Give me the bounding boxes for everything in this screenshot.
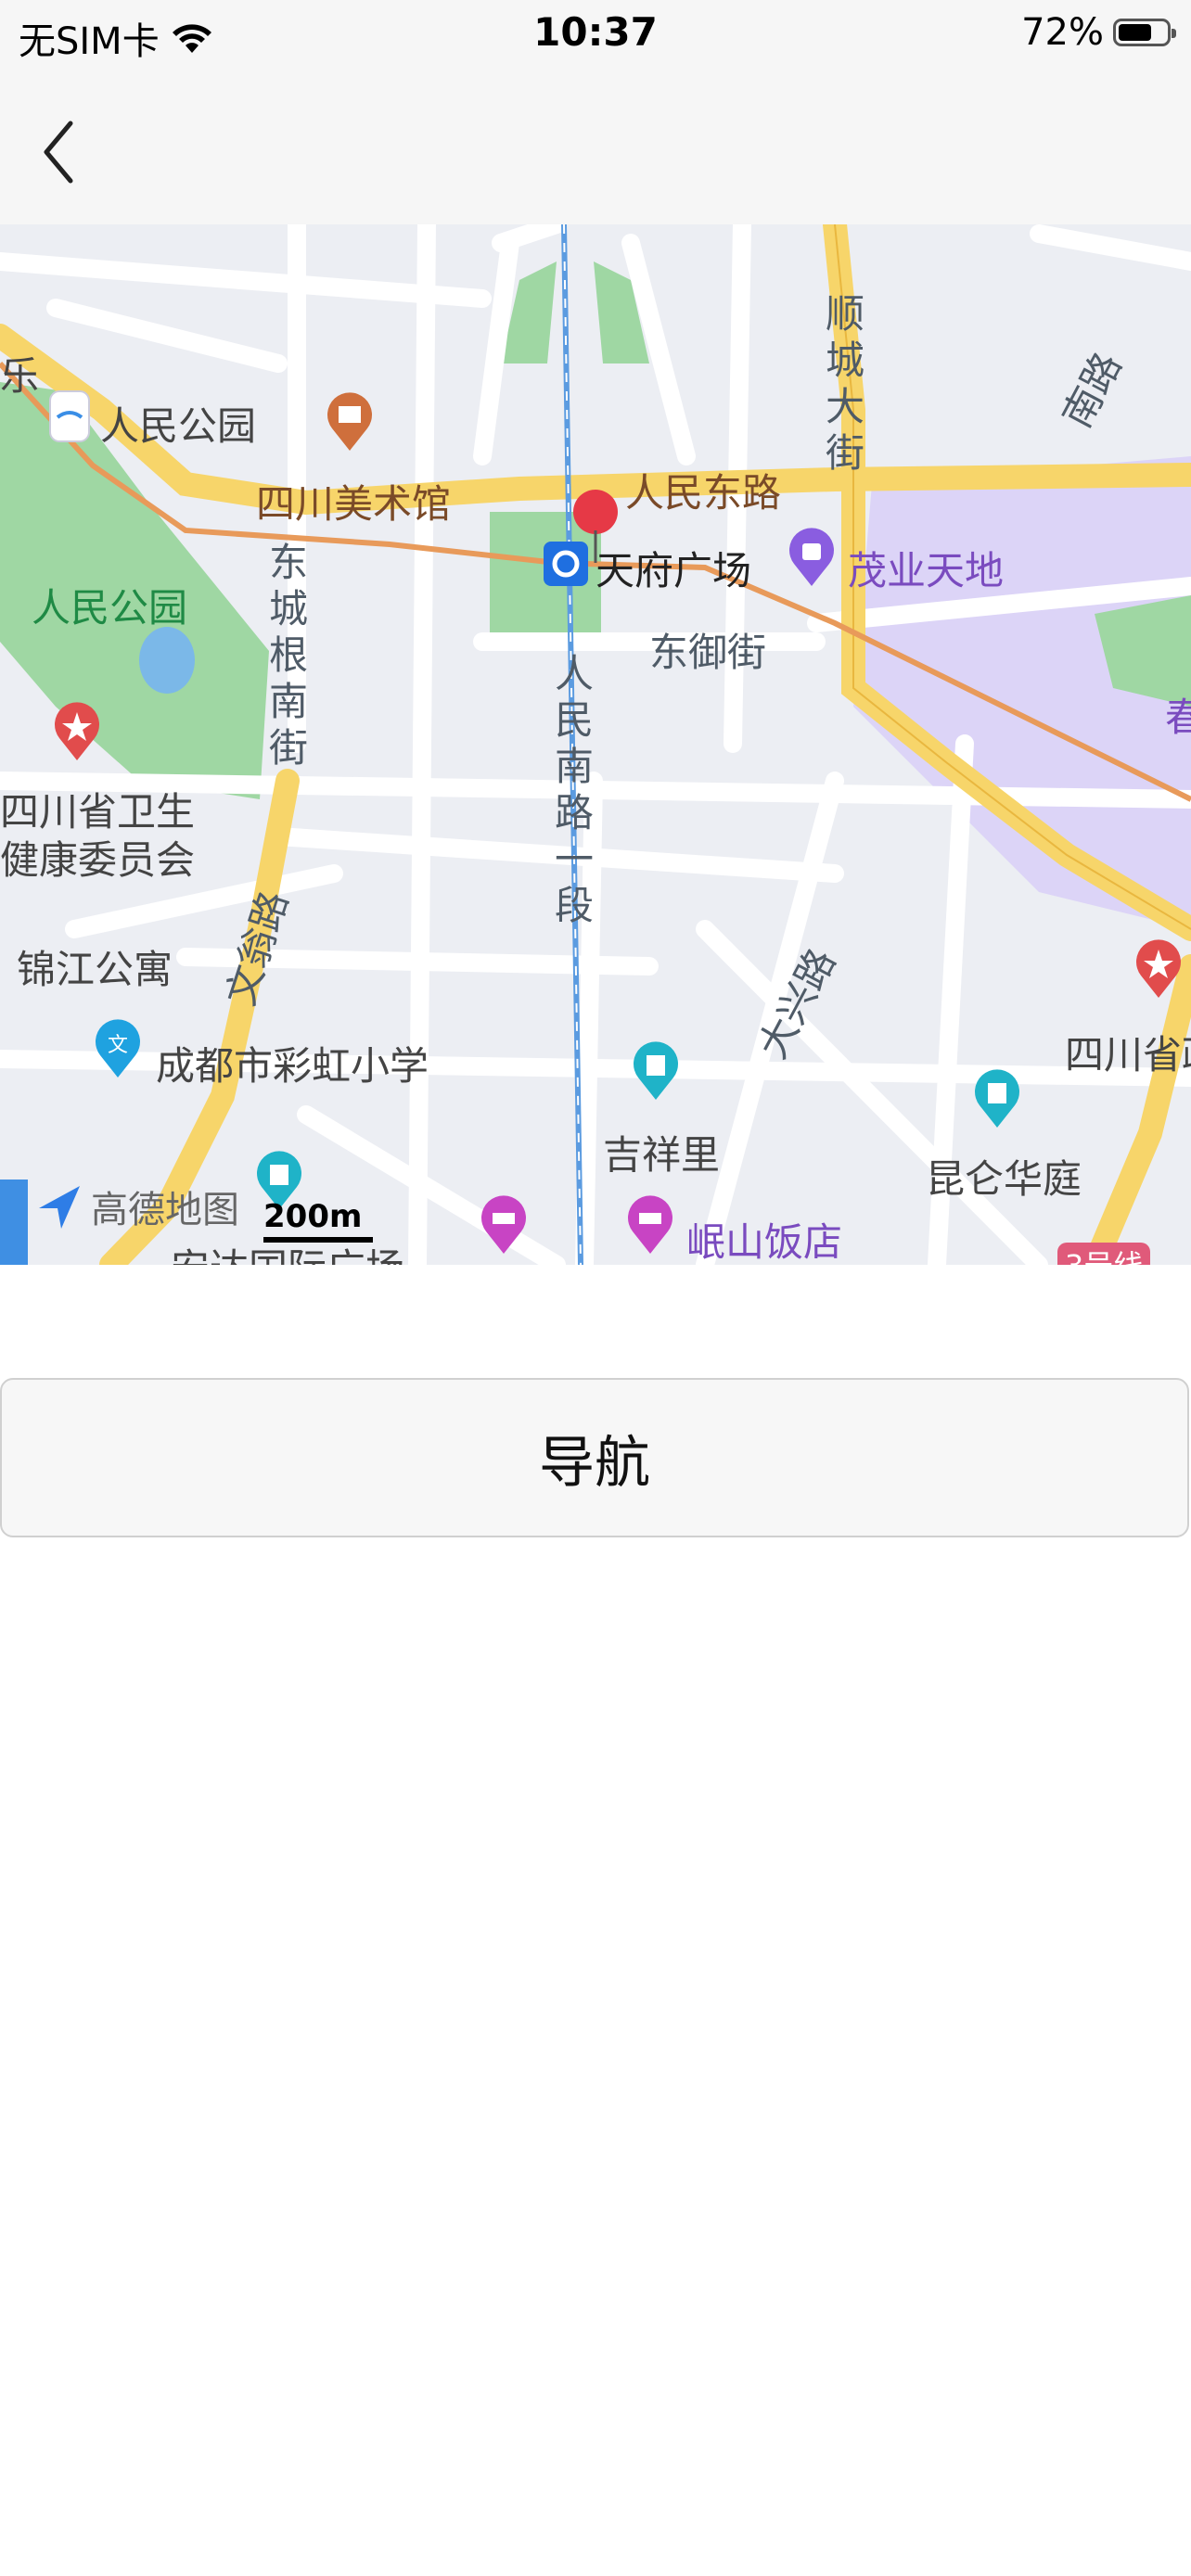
- map-label-renmin-south-road: 人民南路一段: [554, 651, 594, 928]
- map-label-people-park-green: 人民公园: [32, 585, 188, 631]
- map-view[interactable]: 文 人民公园 人民公园 四川美术馆 人民东路 天府广场 茂业天地 东御街 东城根…: [0, 224, 1191, 1265]
- clock: 10:37: [533, 9, 658, 55]
- map-label-minshan-hotel: 岷山饭店: [686, 1219, 843, 1265]
- metro-station-icon[interactable]: [544, 542, 588, 590]
- map-label-jixiangli: 吉祥里: [603, 1132, 721, 1178]
- hotel-pin-icon[interactable]: [479, 1194, 529, 1259]
- map-logo-text: 高德地图: [91, 1189, 239, 1231]
- map-label-edge: 春: [1165, 695, 1191, 740]
- battery-icon: [1113, 19, 1176, 46]
- park-icon[interactable]: [48, 389, 91, 447]
- residential-pin-icon[interactable]: [631, 1040, 681, 1105]
- museum-pin-icon[interactable]: [325, 391, 375, 456]
- map-label-tianfu-square: 天府广场: [596, 548, 752, 593]
- residential-pin-icon[interactable]: [972, 1068, 1022, 1133]
- navigate-button[interactable]: 导航: [0, 1378, 1189, 1537]
- chevron-left-icon: [44, 121, 73, 184]
- map-label-health-commission-2: 健康委员会: [0, 837, 196, 883]
- map-label-art-museum: 四川美术馆: [256, 481, 452, 527]
- map-label-dongcheng-gennan: 东城根南街: [268, 540, 308, 771]
- map-label-line3: 3号线: [1057, 1243, 1151, 1265]
- map-label-rainbow-school: 成都市彩虹小学: [156, 1043, 429, 1089]
- svg-text:文: 文: [108, 1034, 128, 1057]
- map-scale-label: 200m: [263, 1198, 363, 1235]
- government-pin-icon[interactable]: [52, 701, 102, 766]
- status-bar: 无SIM卡 10:37 72%: [0, 0, 1191, 74]
- map-label-edge-left: 乐: [0, 353, 40, 399]
- map-label-shuncheng-avenue: 顺城大街: [825, 291, 864, 476]
- battery-status: 72%: [1021, 11, 1176, 54]
- map-label-jinjiang-apartment: 锦江公寓: [17, 947, 173, 992]
- map-label-dongyu-street: 东御街: [649, 630, 767, 675]
- map-scale-bar: [263, 1237, 373, 1243]
- map-logo: 高德地图: [33, 1180, 239, 1233]
- hotel-pin-icon[interactable]: [625, 1194, 675, 1259]
- navigation-bar: [0, 74, 1191, 224]
- map-label-people-park: 人民公园: [100, 403, 257, 449]
- shopping-pin-icon[interactable]: [787, 527, 837, 592]
- school-pin-icon[interactable]: 文: [93, 1018, 143, 1083]
- map-label-sichuan-gov: 四川省政: [1065, 1032, 1191, 1078]
- map-label-renmin-east-road: 人民东路: [625, 470, 782, 516]
- back-button[interactable]: [32, 115, 87, 189]
- government-pin-icon[interactable]: [1133, 938, 1184, 1003]
- navigation-arrow-icon: [39, 1186, 80, 1229]
- battery-percent: 72%: [1021, 11, 1104, 54]
- map-label-kunlun: 昆仑华庭: [926, 1156, 1082, 1202]
- map-label-maoye: 茂业天地: [848, 548, 1005, 593]
